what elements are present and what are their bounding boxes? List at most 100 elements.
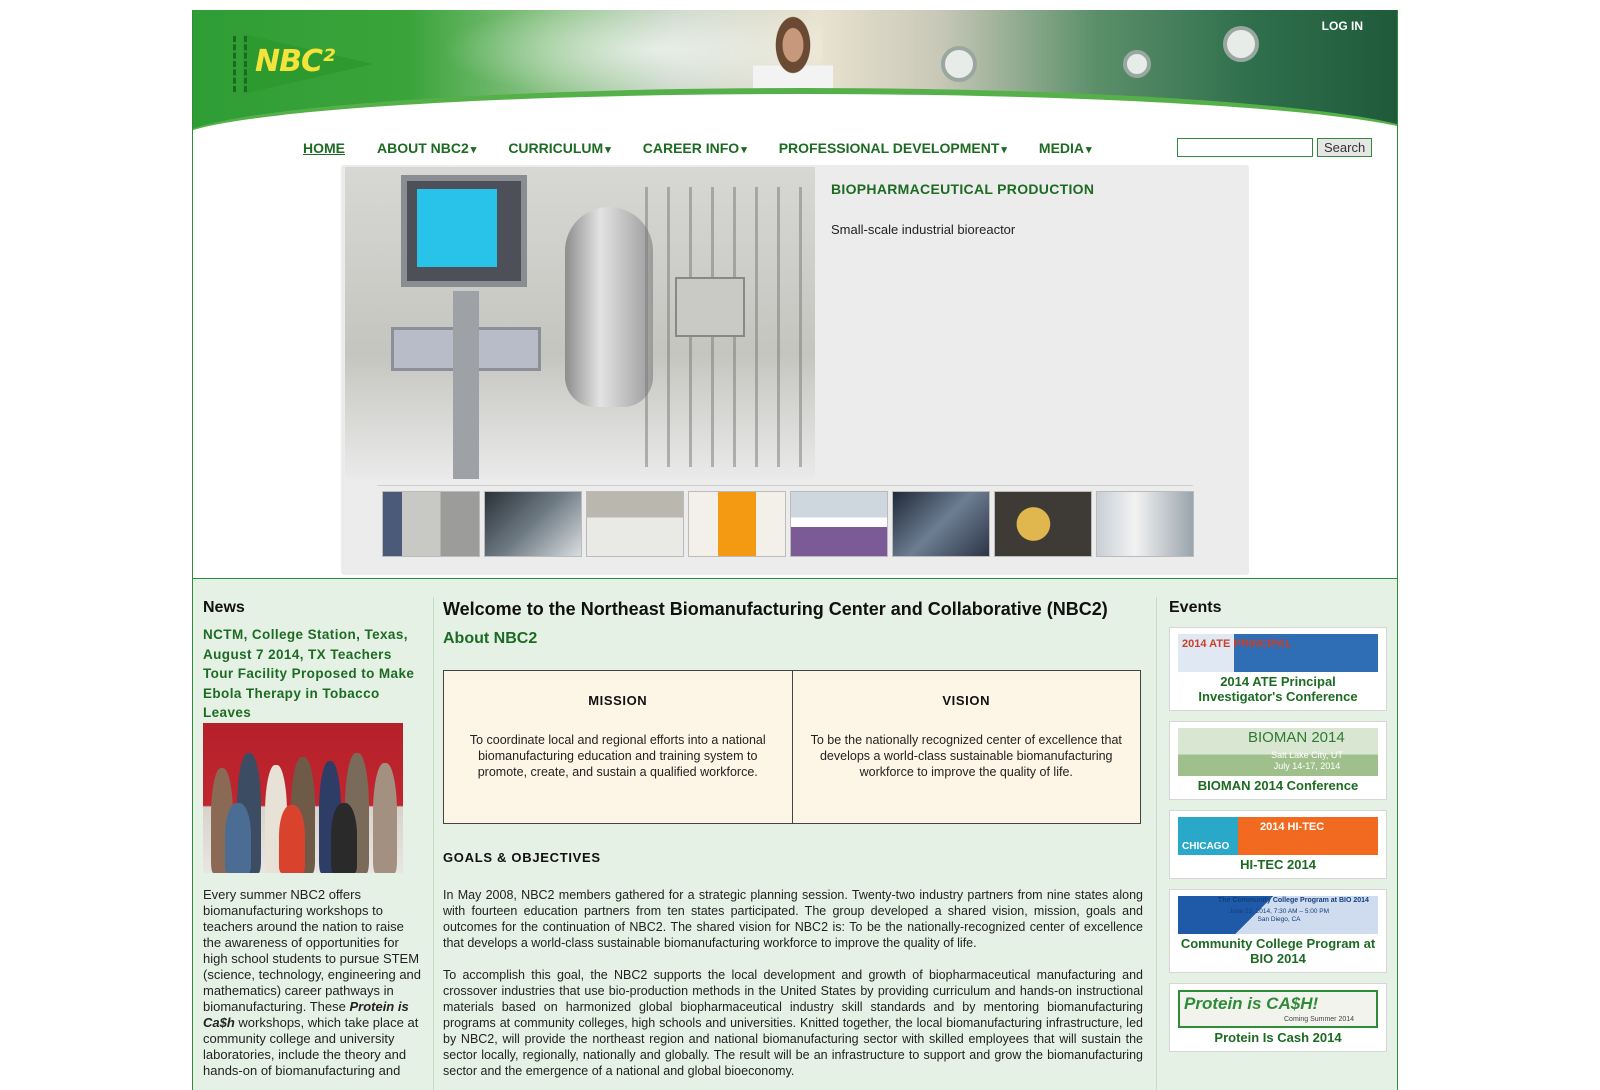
event-banner-text: BIOMAN 2014 bbox=[1248, 729, 1345, 746]
search-input[interactable] bbox=[1177, 138, 1313, 157]
slide-title: BIOPHARMACEUTICAL PRODUCTION bbox=[831, 181, 1095, 197]
mission-text: To coordinate local and regional efforts… bbox=[469, 733, 766, 779]
photo-person-shape bbox=[279, 804, 305, 873]
event-banner-ate: 2014 ATE PRINCIPAL bbox=[1178, 634, 1378, 672]
vision-cell: VISION To be the nationally recognized c… bbox=[791, 671, 1141, 823]
thumbnail-strip bbox=[382, 491, 1194, 557]
news-column: News NCTM, College Station, Texas, Augus… bbox=[203, 599, 425, 1079]
thumbnail-lab-scientist[interactable] bbox=[484, 491, 582, 557]
event-link[interactable]: Community College Program at BIO 2014 bbox=[1178, 936, 1378, 966]
slide-screen-shape bbox=[417, 189, 497, 267]
photo-person-shape bbox=[331, 802, 357, 873]
goals-paragraph: In May 2008, NBC2 members gathered for a… bbox=[443, 888, 1143, 950]
event-banner-bioman: BIOMAN 2014 Salt Lake City, UT July 14-1… bbox=[1178, 728, 1378, 776]
nav-item-about[interactable]: ABOUT NBC2 ▾ bbox=[377, 140, 476, 162]
logo-text: NBC² bbox=[255, 44, 335, 79]
search-form: Search bbox=[1177, 138, 1373, 157]
chevron-down-icon: ▾ bbox=[1086, 144, 1092, 156]
site-logo[interactable]: NBC² bbox=[233, 28, 383, 98]
chevron-down-icon: ▾ bbox=[605, 144, 611, 156]
goals-paragraph: To accomplish this goal, the NBC2 suppor… bbox=[443, 968, 1143, 1078]
slide-image-bioreactor[interactable] bbox=[345, 167, 815, 479]
slide-panel-shape bbox=[675, 277, 745, 337]
slide-vessel-shape bbox=[565, 207, 653, 407]
logo-dna-icon bbox=[233, 36, 247, 92]
featured-slideshow: BIOPHARMACEUTICAL PRODUCTION Small-scale… bbox=[341, 165, 1249, 575]
event-banner-hitec: 2014 HI-TEC CHICAGO bbox=[1178, 817, 1378, 855]
thumbnail-cleanroom-workers[interactable] bbox=[1096, 491, 1194, 557]
events-heading: Events bbox=[1169, 599, 1222, 616]
nav-item-curriculum[interactable]: CURRICULUM ▾ bbox=[508, 140, 610, 162]
main-nav: HOME ABOUT NBC2 ▾ CURRICULUM ▾ CAREER INFO… bbox=[303, 140, 1124, 162]
nav-item-label: CAREER INFO bbox=[642, 140, 740, 156]
page-frame: NBC² LOG IN HOME ABOUT NBC2 ▾ CURRICULUM ▾… bbox=[192, 10, 1398, 1090]
event-banner-subtext: CHICAGO bbox=[1182, 841, 1230, 852]
event-link[interactable]: 2014 ATE Principal Investigator's Confer… bbox=[1178, 674, 1378, 704]
event-link[interactable]: HI-TEC 2014 bbox=[1178, 857, 1378, 872]
about-heading: About NBC2 bbox=[443, 630, 538, 647]
thumbnail-production-floor[interactable] bbox=[892, 491, 990, 557]
event-card-community-college[interactable]: The Community College Program at BIO 201… bbox=[1169, 889, 1387, 973]
page-title: Welcome to the Northeast Biomanufacturin… bbox=[443, 599, 1108, 619]
nav-item-home[interactable]: HOME bbox=[303, 140, 345, 162]
login-link[interactable]: LOG IN bbox=[1322, 19, 1363, 33]
content-area: News NCTM, College Station, Texas, Augus… bbox=[193, 578, 1397, 1090]
column-divider bbox=[433, 597, 434, 1090]
event-card-hitec[interactable]: 2014 HI-TEC CHICAGO HI-TEC 2014 bbox=[1169, 810, 1387, 879]
event-banner-subtext: Coming Summer 2014 bbox=[1284, 1016, 1355, 1023]
nav-item-label: ABOUT NBC2 bbox=[377, 140, 469, 156]
search-button[interactable]: Search bbox=[1317, 138, 1373, 157]
event-banner-text: 2014 ATE PRINCIPAL bbox=[1182, 638, 1292, 650]
news-body-text: Every summer NBC2 offers biomanufacturin… bbox=[203, 887, 425, 1079]
thumbnail-orange-tubes[interactable] bbox=[688, 491, 786, 557]
event-link[interactable]: Protein Is Cash 2014 bbox=[1178, 1030, 1378, 1045]
thumbnail-gold-vessel[interactable] bbox=[994, 491, 1092, 557]
event-banner-community-college: The Community College Program at BIO 201… bbox=[1178, 896, 1378, 934]
nav-item-label: CURRICULUM bbox=[508, 140, 604, 156]
chevron-down-icon: ▾ bbox=[470, 144, 477, 156]
goals-heading: GOALS & OBJECTIVES bbox=[443, 850, 601, 865]
news-heading: News bbox=[203, 599, 245, 616]
mission-cell: MISSION To coordinate local and regional… bbox=[444, 671, 792, 823]
event-banner-text: The Community College Program at BIO 201… bbox=[1218, 897, 1369, 904]
news-headline-link[interactable]: NCTM, College Station, Texas, August 7 2… bbox=[203, 625, 425, 723]
news-group-photo[interactable] bbox=[203, 722, 403, 873]
news-body-start: Every summer NBC2 offers biomanufacturin… bbox=[203, 886, 422, 1014]
nav-item-label: PROFESSIONAL DEVELOPMENT bbox=[778, 140, 1000, 156]
nav-item-career-info[interactable]: CAREER INFO ▾ bbox=[643, 140, 747, 162]
vision-text: To be the nationally recognized center o… bbox=[810, 733, 1122, 779]
event-banner-text: 2014 HI-TEC bbox=[1260, 821, 1325, 833]
banner-gauge-icon bbox=[1123, 50, 1151, 78]
chevron-down-icon: ▾ bbox=[741, 144, 747, 156]
nav-item-label: MEDIA bbox=[1038, 140, 1085, 156]
event-card-ate[interactable]: 2014 ATE PRINCIPAL 2014 ATE Principal In… bbox=[1169, 627, 1387, 711]
thumbnail-welcome-bioman[interactable] bbox=[790, 491, 888, 557]
nav-item-professional-development[interactable]: PROFESSIONAL DEVELOPMENT ▾ bbox=[779, 140, 1007, 162]
event-banner-text: Protein is CA$H! bbox=[1184, 994, 1319, 1013]
nav-item-label: HOME bbox=[303, 140, 345, 156]
photo-person-shape bbox=[373, 762, 397, 873]
chevron-down-icon: ▾ bbox=[1001, 144, 1007, 156]
mission-heading: MISSION bbox=[588, 693, 648, 708]
event-banner-protein-is-cash: Protein is CA$H! Coming Summer 2014 bbox=[1178, 990, 1378, 1028]
mission-vision-table: MISSION To coordinate local and regional… bbox=[443, 670, 1141, 824]
banner-gauge-icon bbox=[1223, 26, 1259, 62]
slide-caption: BIOPHARMACEUTICAL PRODUCTION Small-scale… bbox=[831, 181, 1094, 237]
thumbnail-cleanroom-group[interactable] bbox=[586, 491, 684, 557]
events-column: Events 2014 ATE PRINCIPAL 2014 ATE Princ… bbox=[1169, 599, 1387, 1052]
event-card-bioman[interactable]: BIOMAN 2014 Salt Lake City, UT July 14-1… bbox=[1169, 721, 1387, 800]
event-card-protein-is-cash[interactable]: Protein is CA$H! Coming Summer 2014 Prot… bbox=[1169, 983, 1387, 1052]
header-banner: NBC² LOG IN bbox=[193, 10, 1397, 133]
thumbnail-bioreactor[interactable] bbox=[382, 491, 480, 557]
event-link[interactable]: BIOMAN 2014 Conference bbox=[1178, 778, 1378, 793]
slide-description: Small-scale industrial bioreactor bbox=[831, 222, 1016, 237]
photo-person-shape bbox=[225, 802, 251, 873]
news-body-end: workshops, which take place at community… bbox=[203, 1014, 419, 1078]
vision-heading: VISION bbox=[942, 693, 991, 708]
event-banner-subtext: Salt Lake City, UT July 14-17, 2014 bbox=[1271, 750, 1343, 771]
event-banner-subtext: June 23, 2014, 7:30 AM – 5:00 PM San Die… bbox=[1228, 908, 1330, 923]
nav-item-media[interactable]: MEDIA ▾ bbox=[1039, 140, 1092, 162]
column-divider bbox=[1156, 597, 1157, 1090]
thumbnail-divider bbox=[377, 485, 1193, 486]
main-column: Welcome to the Northeast Biomanufacturin… bbox=[443, 599, 1143, 1079]
